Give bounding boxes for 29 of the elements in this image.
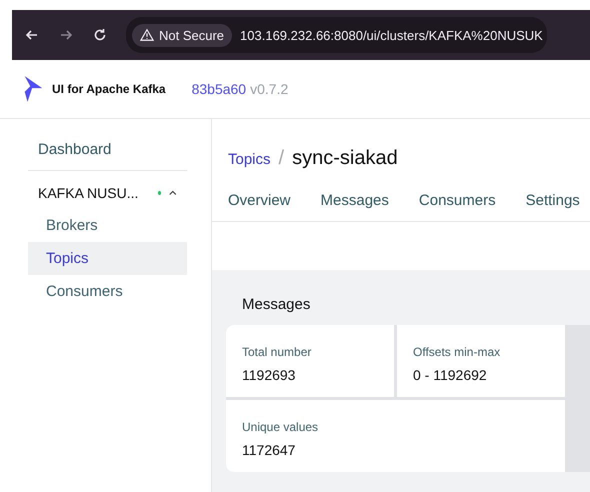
- topic-title: sync-siakad: [292, 147, 398, 170]
- chevron-icon[interactable]: [169, 190, 177, 196]
- commit-link[interactable]: 83b5a60: [192, 81, 246, 97]
- app-name: UI for Apache Kafka: [52, 82, 166, 96]
- section-title: Messages: [241, 296, 312, 313]
- warning-icon: [140, 28, 154, 42]
- breadcrumb-separator: /: [278, 147, 284, 170]
- breadcrumb-link[interactable]: Topics: [228, 151, 271, 168]
- sidebar-item[interactable]: Topics: [28, 242, 187, 275]
- cluster-item[interactable]: KAFKA NUSU...: [28, 171, 187, 209]
- address-bar[interactable]: Not Secure 103.169.232.66:8080/ui/clusters/KAFKA%20NUSUK: [126, 17, 547, 53]
- stat-label: Unique values: [242, 420, 320, 434]
- tab[interactable]: Settings: [526, 192, 580, 209]
- security-badge[interactable]: Not Secure: [132, 24, 232, 46]
- sidebar-item[interactable]: Brokers: [28, 209, 187, 242]
- url-text: 103.169.232.66:8080/ui/clusters/KAFKA%20NUSUK: [240, 28, 544, 42]
- tab[interactable]: Consumers: [418, 192, 496, 209]
- reload-icon[interactable]: [92, 27, 108, 43]
- stat-label: Offsets min-max: [413, 345, 502, 359]
- dashboard-link[interactable]: Dashboard: [28, 137, 187, 171]
- sidebar-item[interactable]: Consumers: [28, 275, 187, 308]
- kafka-logo-icon: [22, 75, 44, 103]
- stat-value: 1172647: [242, 442, 296, 458]
- tab[interactable]: Overview: [228, 192, 291, 209]
- stat-label: Total number: [242, 345, 312, 359]
- stat-value: 0 - 1192692: [413, 367, 488, 383]
- stat-value: 1192693: [242, 367, 296, 383]
- tab[interactable]: Messages: [320, 192, 389, 209]
- version-text: v0.7.2: [250, 81, 288, 97]
